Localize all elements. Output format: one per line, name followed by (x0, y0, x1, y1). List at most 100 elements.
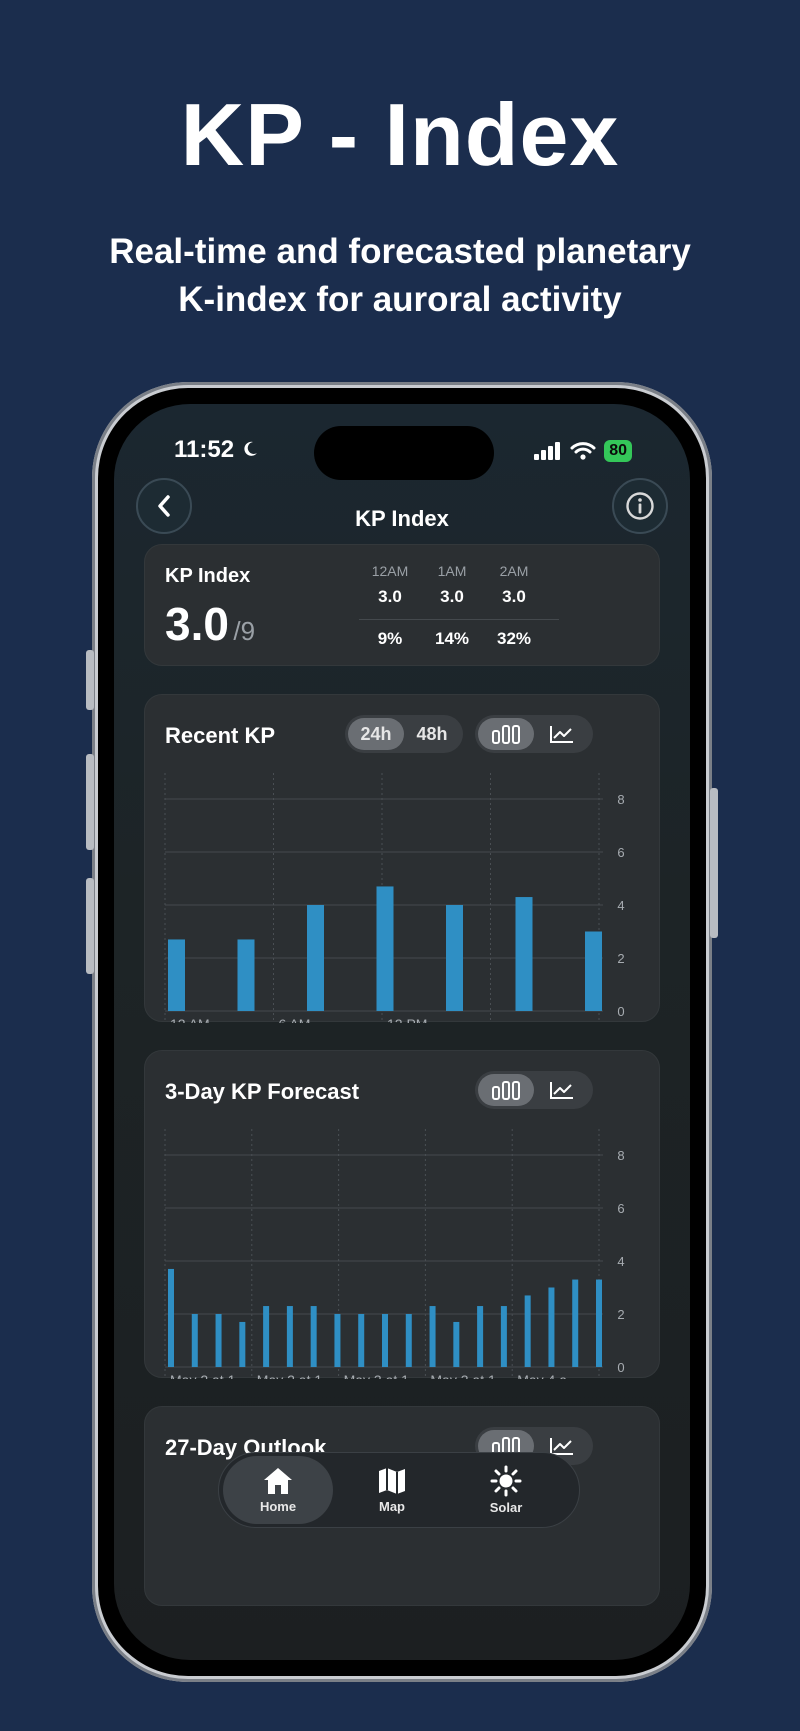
kp-divider (359, 619, 559, 620)
x-tick-label: 6 AM (279, 1016, 311, 1023)
bar (477, 1306, 484, 1367)
y-tick-label: 6 (617, 1201, 624, 1216)
phone-side-button (86, 650, 94, 710)
sun-icon (490, 1465, 522, 1497)
x-tick-label: May 3 at 1... (430, 1372, 507, 1379)
bar (596, 1279, 602, 1367)
x-tick-label: May 2 at 1... (170, 1372, 247, 1379)
tab-home-label: Home (259, 1499, 297, 1514)
phone-volume-up (86, 754, 94, 850)
kp-hour-value: 3.0 (378, 587, 402, 606)
bar (500, 1306, 507, 1367)
recent-kp-card: Recent KP 24h 48h 0 2 4 6 8 (144, 694, 660, 1023)
bar (310, 1306, 317, 1367)
y-tick-label: 2 (617, 1307, 624, 1322)
recent-kp-chart: 0 2 4 6 8 12 AM 6 AM 12 PM... (164, 773, 625, 1023)
bar (237, 939, 255, 1011)
kp-hour-prob: 32% (496, 629, 532, 648)
tab-home[interactable]: Home (223, 1456, 333, 1524)
kp-hour-column: 1AM 3.0 14% (421, 563, 483, 649)
moon-icon (244, 441, 257, 456)
phone-frame: 11:52 80 KP Index KP Index 3.0 /9 12AM 3… (86, 382, 718, 1682)
kp-hour-value: 3.0 (440, 587, 464, 606)
bar (307, 905, 324, 1011)
y-tick-label: 4 (617, 898, 624, 913)
x-tick-label: 12 AM (170, 1016, 210, 1023)
bar (585, 931, 602, 1011)
info-button[interactable] (612, 478, 668, 534)
kp-hour-column: 12AM 3.0 9% (359, 563, 421, 649)
phone-bezel: 11:52 80 KP Index KP Index 3.0 /9 12AM 3… (98, 388, 706, 1676)
phone-volume-down (86, 878, 94, 974)
bar (446, 905, 463, 1011)
battery-indicator: 80 (604, 440, 632, 462)
kp-hour-prob: 9% (377, 629, 403, 648)
map-icon (379, 1468, 405, 1494)
kp-index-card: KP Index 3.0 /9 12AM 3.0 9% 1AM 3.0 14% (144, 544, 660, 666)
kp-hour-column: 2AM 3.0 32% (483, 563, 545, 649)
status-time-text: 11:52 (174, 436, 235, 463)
bar (239, 1321, 246, 1367)
signal-icon (534, 442, 561, 460)
y-tick-label: 4 (617, 1254, 624, 1269)
status-time: 11:52 (174, 436, 259, 464)
tab-bar: Home Map Solar (218, 1452, 580, 1528)
screen: 11:52 80 KP Index KP Index 3.0 /9 12AM 3… (114, 404, 690, 1660)
bar (548, 1287, 555, 1367)
bar (334, 1314, 341, 1367)
x-tick-label: ... (496, 1016, 508, 1023)
kp-hour-time: 12AM (371, 563, 409, 579)
kp-hour-time: 2AM (499, 563, 529, 579)
bar (453, 1321, 460, 1367)
kp-scale: /9 (233, 616, 256, 646)
kp-value: 3.0 (165, 598, 229, 650)
hero-subtitle-line2: K-index for auroral activity (178, 280, 622, 319)
kp-current-value: 3.0 /9 (165, 597, 255, 651)
y-tick-label: 8 (617, 1148, 624, 1163)
bar (382, 1314, 388, 1367)
wifi-icon (570, 442, 596, 460)
status-indicators: 80 (534, 440, 632, 462)
bar (572, 1279, 579, 1367)
info-icon (626, 492, 654, 520)
bar (524, 1295, 531, 1367)
forecast-card: 3-Day KP Forecast 0 2 4 6 8 (144, 1050, 660, 1379)
bar (215, 1314, 222, 1367)
hero-subtitle: Real-time and forecasted planetary K-ind… (0, 228, 800, 324)
x-tick-label: 12 PM (387, 1016, 427, 1023)
tab-solar[interactable]: Solar (451, 1456, 561, 1524)
bar (405, 1314, 412, 1367)
y-tick-label: 8 (617, 792, 624, 807)
hero-subtitle-line1: Real-time and forecasted planetary (109, 232, 691, 271)
y-tick-label: 0 (617, 1360, 624, 1375)
kp-hour-value: 3.0 (502, 587, 526, 606)
bar (191, 1314, 198, 1367)
y-tick-label: 0 (617, 1004, 624, 1019)
bar (376, 886, 394, 1011)
phone-power-button (710, 788, 718, 938)
kp-hour-time: 1AM (437, 563, 467, 579)
x-tick-label: May 3 at 1... (344, 1372, 421, 1379)
nav-title: KP Index (355, 506, 449, 531)
tab-solar-label: Solar (489, 1500, 523, 1515)
bar (429, 1306, 436, 1367)
hero-title: KP - Index (180, 85, 620, 184)
y-tick-label: 6 (617, 845, 624, 860)
bar (515, 897, 533, 1011)
x-tick-label: May 2 at 1... (257, 1372, 334, 1379)
bar (263, 1306, 270, 1367)
bar (358, 1314, 365, 1367)
bar (168, 939, 185, 1011)
home-icon (264, 1468, 292, 1494)
kp-index-label: KP Index (165, 565, 251, 587)
y-tick-label: 2 (617, 951, 624, 966)
x-tick-label: May 4 a... (517, 1372, 578, 1379)
tab-map[interactable]: Map (337, 1456, 447, 1524)
tab-map-label: Map (379, 1499, 405, 1514)
forecast-kp-chart: 0 2 4 6 8 May 2 at 1... May 2 at 1... May 3 at … (164, 1129, 625, 1379)
bar (168, 1268, 174, 1367)
dynamic-island (314, 426, 494, 480)
kp-hourly-table: 12AM 3.0 9% 1AM 3.0 14% 2AM 3.0 32% (359, 563, 559, 653)
bar (286, 1306, 293, 1367)
kp-hour-prob: 14% (434, 629, 470, 648)
